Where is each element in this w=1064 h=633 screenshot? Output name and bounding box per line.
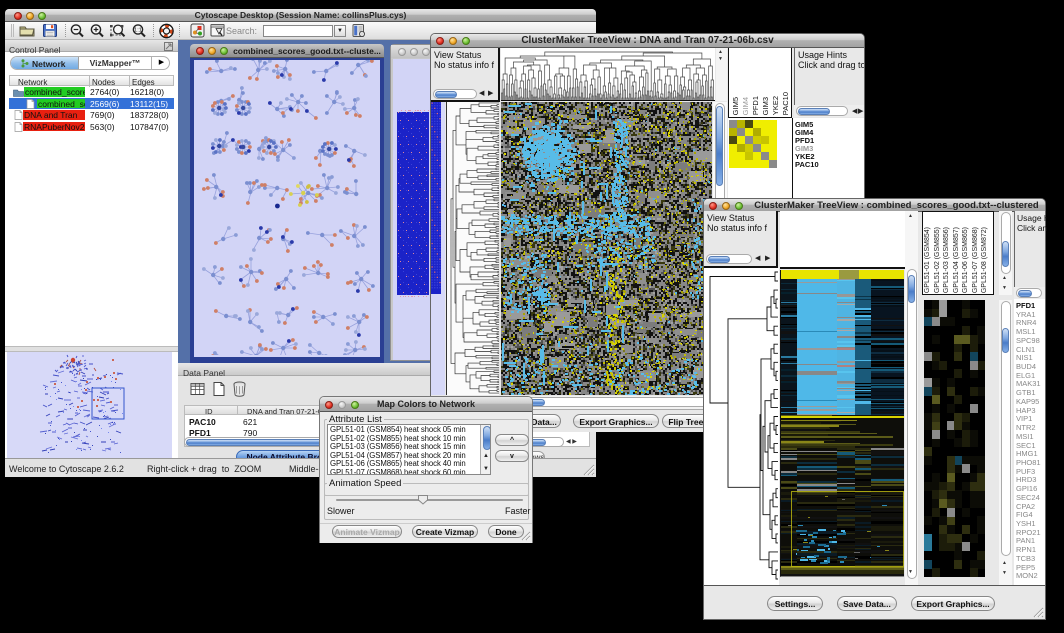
svg-text:1:1: 1:1 — [134, 28, 142, 34]
